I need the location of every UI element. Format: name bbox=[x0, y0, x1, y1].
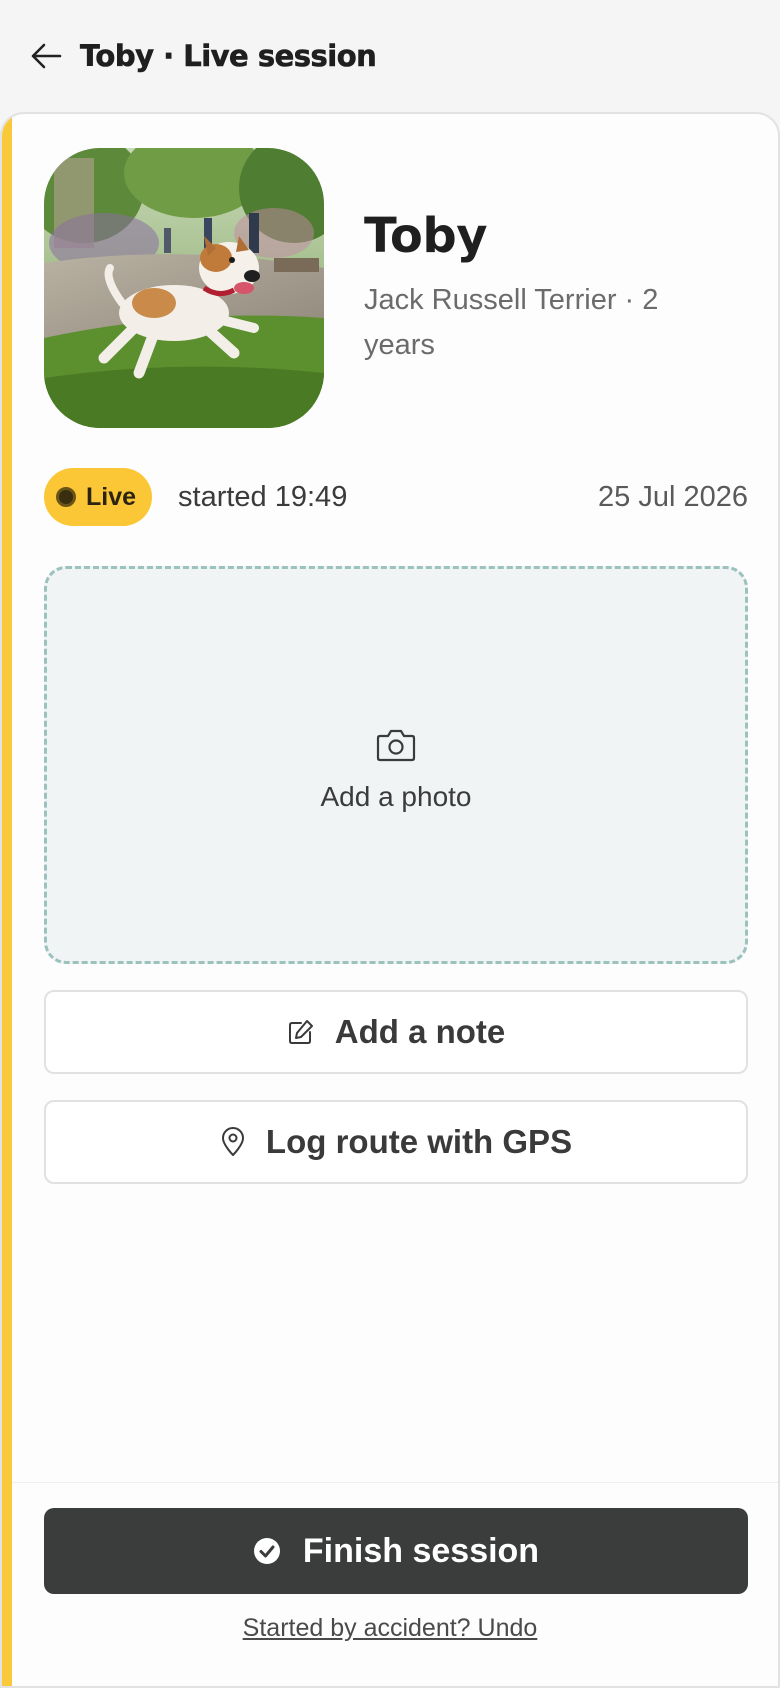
add-note-button[interactable]: Add a note bbox=[44, 990, 748, 1074]
dog-profile: Toby Jack Russell Terrier · 2 years bbox=[44, 148, 734, 428]
dog-breed-age: Jack Russell Terrier · 2 years bbox=[364, 284, 659, 361]
session-status-row: Live started 19:49 25 Jul 2026 bbox=[44, 468, 748, 526]
add-photo-area[interactable]: Add a photo bbox=[44, 566, 748, 964]
log-route-gps-label: Log route with GPS bbox=[265, 1123, 573, 1160]
accent-strip bbox=[2, 114, 12, 1686]
page-title: Toby · Live session bbox=[80, 39, 377, 74]
live-badge: Live bbox=[44, 468, 153, 526]
map-pin-icon bbox=[220, 1127, 246, 1157]
arrow-left-icon bbox=[31, 43, 62, 69]
add-note-label: Add a note bbox=[334, 1013, 506, 1050]
live-dot-icon bbox=[56, 487, 76, 507]
dog-info: Toby Jack Russell Terrier · 2 years bbox=[364, 208, 734, 368]
camera-icon bbox=[376, 729, 416, 762]
dog-name: Toby bbox=[364, 208, 488, 264]
check-circle-icon bbox=[253, 1537, 281, 1565]
session-start-time: started 19:49 bbox=[178, 480, 348, 513]
top-bar: Toby · Live session bbox=[0, 0, 780, 112]
dog-photo-image bbox=[44, 148, 324, 428]
back-button[interactable] bbox=[26, 36, 66, 76]
log-route-gps-button[interactable]: Log route with GPS bbox=[44, 1100, 748, 1184]
finish-session-button[interactable]: Finish session bbox=[44, 1508, 748, 1594]
add-photo-label: Add a photo bbox=[320, 781, 472, 812]
dog-photo bbox=[44, 148, 324, 428]
finish-session-label: Finish session bbox=[302, 1531, 540, 1570]
footer-divider bbox=[12, 1482, 778, 1483]
live-badge-label: Live bbox=[86, 482, 137, 511]
undo-link[interactable]: Started by accident? Undo bbox=[2, 1614, 778, 1643]
edit-icon bbox=[287, 1018, 315, 1046]
session-card: Toby Jack Russell Terrier · 2 years Live… bbox=[0, 112, 780, 1688]
session-date: 25 Jul 2026 bbox=[598, 480, 748, 513]
